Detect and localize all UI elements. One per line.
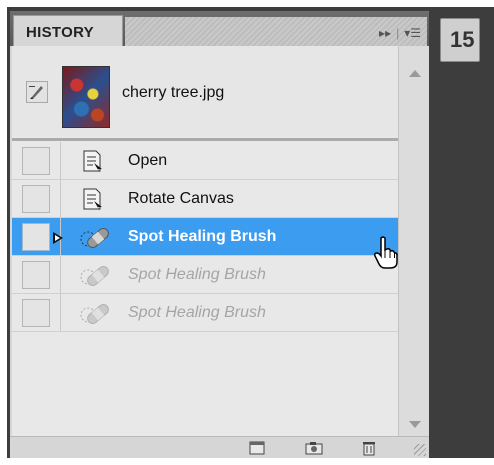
history-dock-button[interactable]: 15 [440,18,480,62]
history-brush-source-box[interactable] [22,299,50,327]
scroll-up-arrow-icon[interactable] [409,70,421,77]
history-state-row[interactable]: Spot Healing Brush [12,218,398,256]
panel-controls: ▸▸ | ▾☰ [379,26,421,40]
history-state-label: Rotate Canvas [128,190,234,207]
row-separator [12,331,398,332]
panel-menu-icon[interactable]: ▾☰ [404,26,421,40]
tab-history[interactable]: HISTORY [13,15,123,46]
history-state-row[interactable]: Open [12,142,398,180]
tab-history-label: HISTORY [26,24,94,41]
history-brush-source-box[interactable] [22,147,50,175]
row-column-divider [60,142,61,180]
history-state-row[interactable]: Spot Healing Brush [12,294,398,332]
camera-snapshot-icon[interactable] [305,440,323,456]
bandage-icon [80,263,109,287]
snapshot-divider [12,138,398,141]
panel-footer [10,436,429,458]
trash-icon[interactable] [360,440,378,456]
new-document-from-state-icon[interactable] [248,440,266,456]
snapshot-thumbnail [62,66,110,128]
row-column-divider [60,256,61,294]
history-state-row[interactable]: Spot Healing Brush [12,256,398,294]
history-state-label: Spot Healing Brush [128,266,266,283]
document-step-icon [80,187,106,211]
history-state-label: Spot Healing Brush [128,304,266,321]
row-column-divider [60,180,61,218]
resize-grip-icon[interactable] [414,444,426,456]
separator: | [396,26,400,40]
history-state-label: Spot Healing Brush [128,228,277,245]
snapshot-row[interactable]: cherry tree.jpg [12,46,398,136]
double-arrow-icon[interactable]: ▸▸ [379,26,391,40]
history-state-slider-icon[interactable] [53,232,63,244]
history-list: cherry tree.jpg Open Rotate Canvas Spot He… [12,46,398,436]
history-state-row[interactable]: Rotate Canvas [12,180,398,218]
history-state-label: Open [128,152,168,169]
history-brush-source-box[interactable] [22,261,50,289]
scroll-down-arrow-icon[interactable] [409,421,421,428]
document-step-icon [80,149,106,173]
snapshot-name: cherry tree.jpg [122,84,225,101]
history-scrollbar[interactable] [398,46,429,436]
tab-strip: ▸▸ | ▾☰ [125,17,427,46]
history-brush-source-box[interactable] [22,223,50,251]
bandage-icon [80,301,109,325]
dock-glyph: 15 [450,27,475,52]
history-panel: HISTORY ▸▸ | ▾☰ cherry tree.jpg Open Rotate… [10,11,429,458]
bandage-icon [80,225,109,249]
panel-tab-bar: HISTORY ▸▸ | ▾☰ [10,11,429,46]
hand-cursor-icon [374,236,398,269]
row-column-divider [60,294,61,332]
brush-source-icon[interactable] [26,81,48,103]
history-brush-source-box[interactable] [22,185,50,213]
